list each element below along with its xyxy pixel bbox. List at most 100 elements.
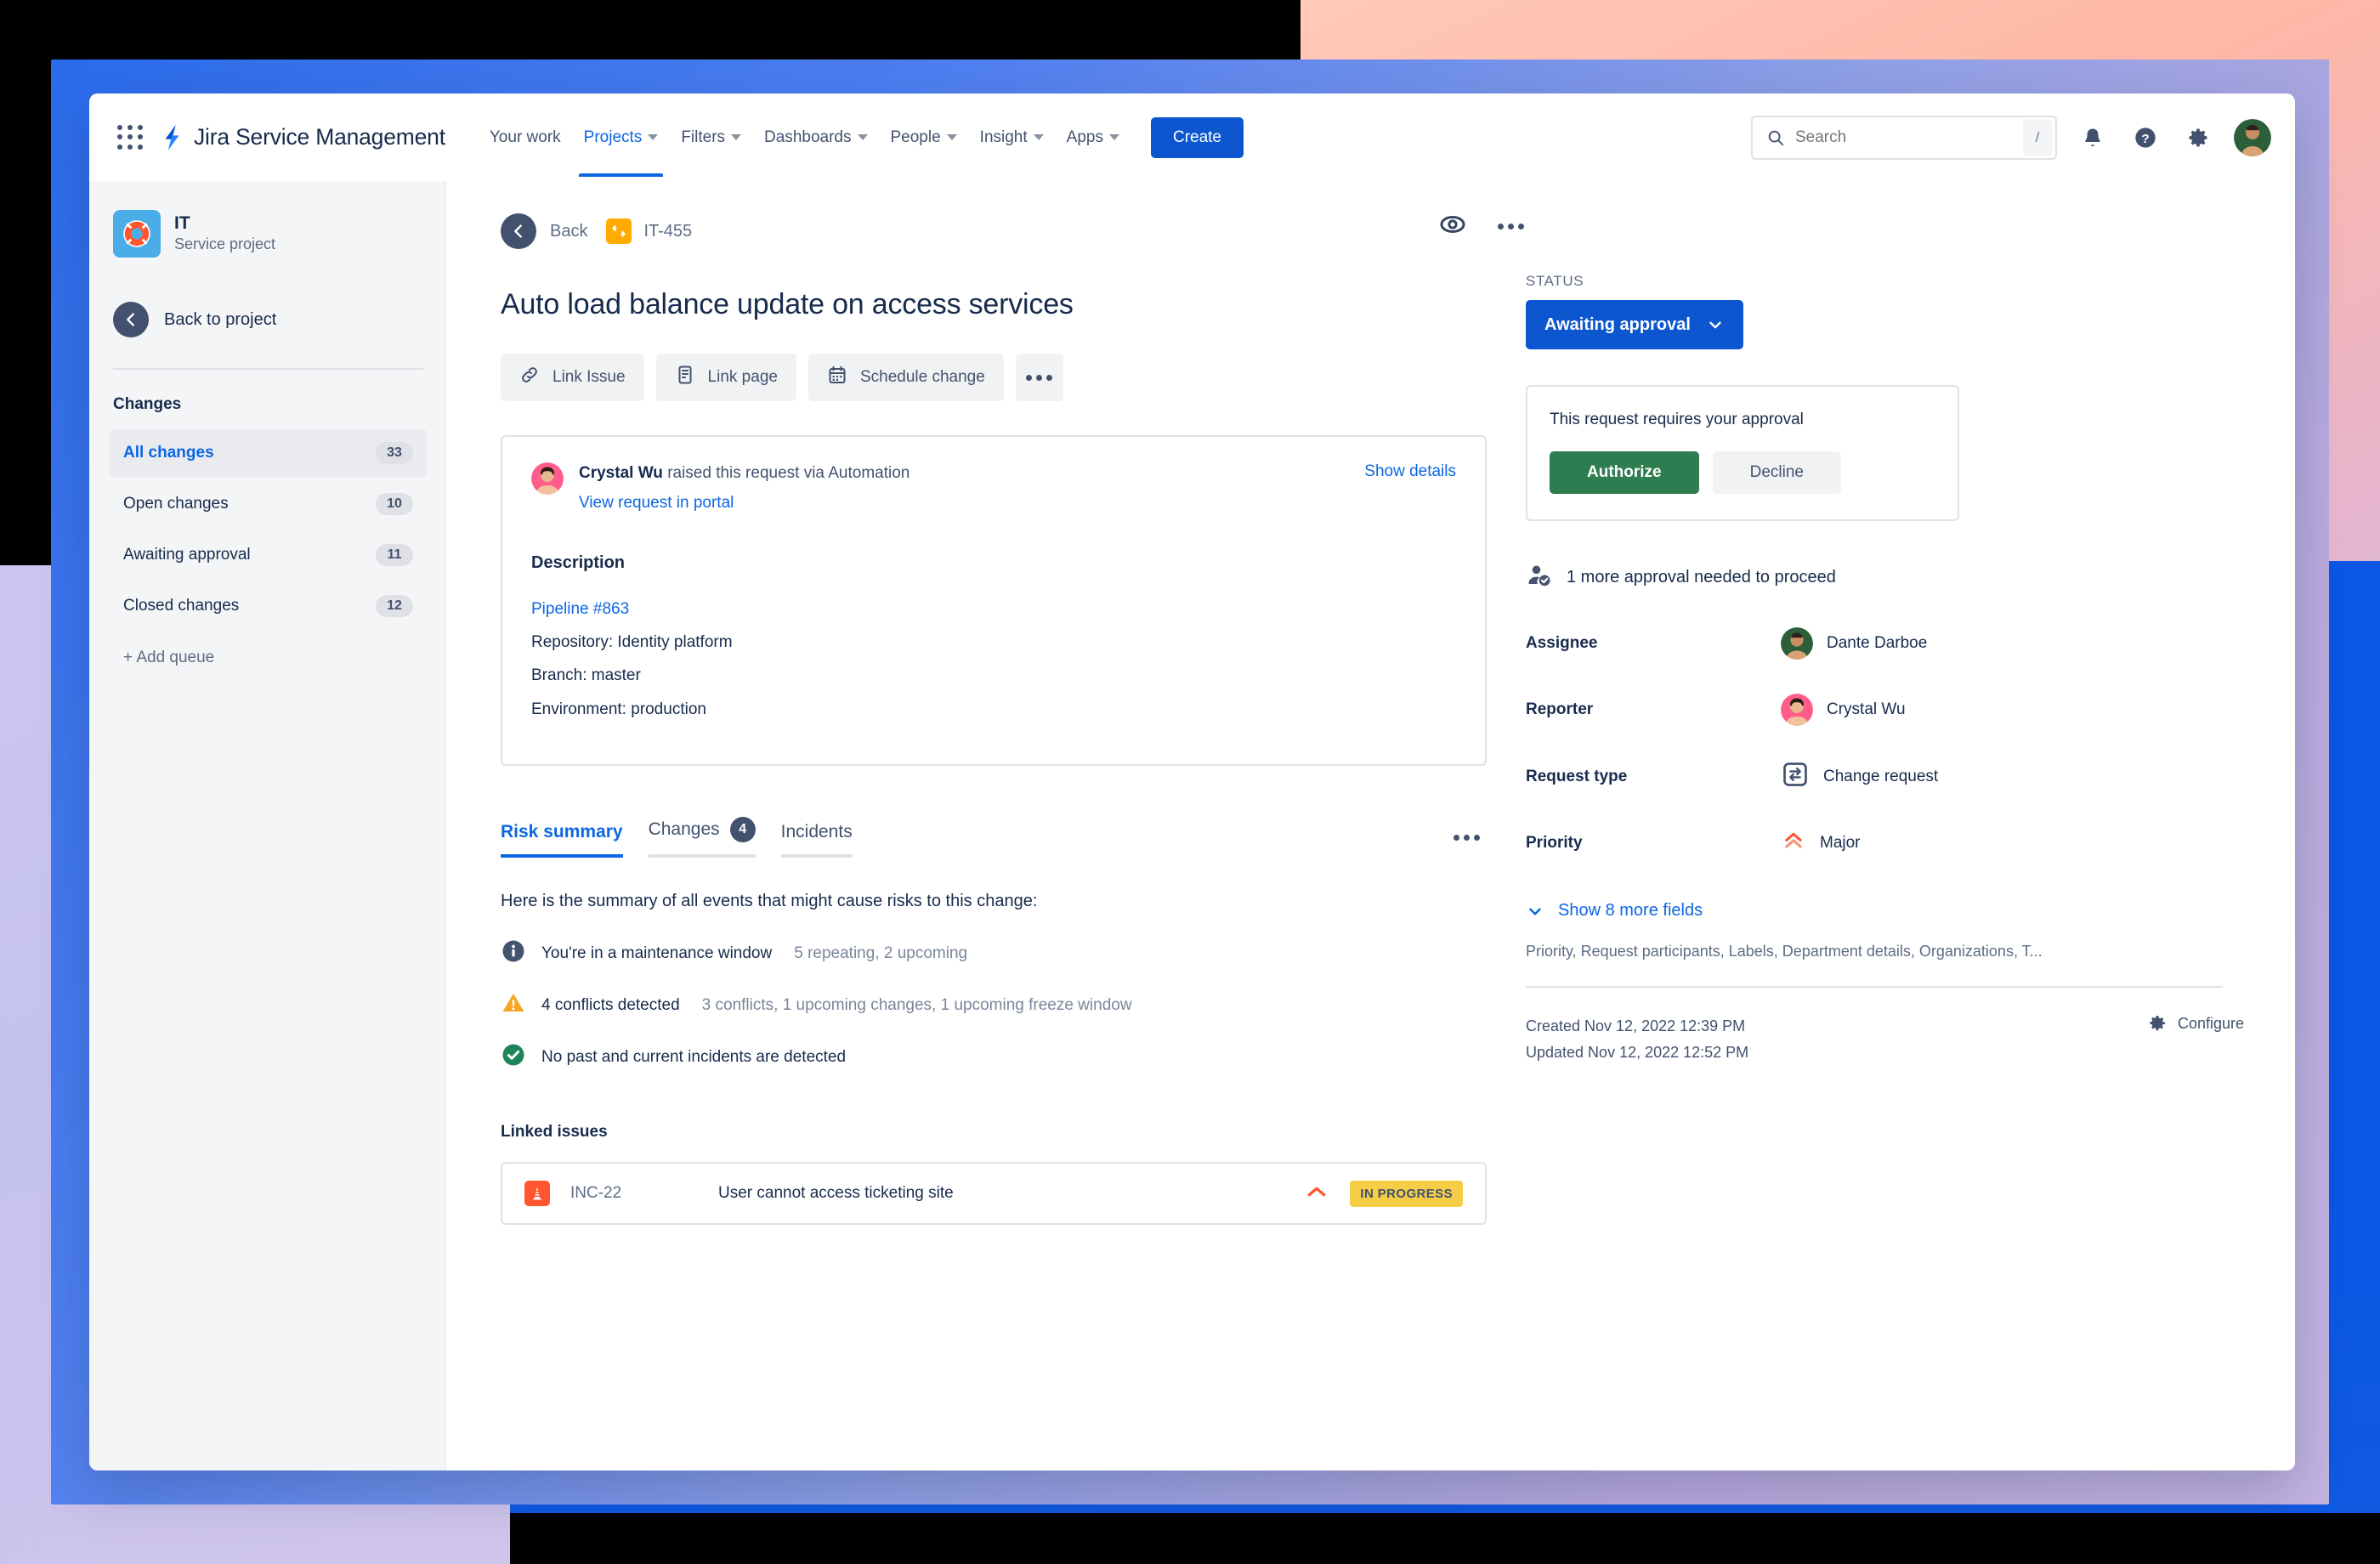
search-box[interactable]: / xyxy=(1751,115,2057,160)
project-avatar-icon xyxy=(113,210,161,258)
schedule-change-button[interactable]: Schedule change xyxy=(808,354,1004,401)
chevron-down-icon xyxy=(857,134,868,140)
description-line: Branch: master xyxy=(531,666,641,685)
tab-changes[interactable]: Changes 4 xyxy=(648,817,756,858)
risk-item-incidents: No past and current incidents are detect… xyxy=(501,1042,1487,1072)
watch-eye-icon[interactable] xyxy=(1438,210,1467,243)
queue-label: Closed changes xyxy=(123,597,240,615)
bell-icon[interactable] xyxy=(2076,121,2110,155)
field-value[interactable]: Dante Darboe xyxy=(1781,627,1927,660)
linked-issue-summary[interactable]: User cannot access ticketing site xyxy=(718,1184,1284,1203)
create-button[interactable]: Create xyxy=(1150,116,1244,158)
show-more-fields-button[interactable]: Show 8 more fields xyxy=(1526,901,2244,921)
nav-item-filters[interactable]: Filters xyxy=(671,121,751,155)
avatar-dante xyxy=(1781,627,1813,660)
nav-item-apps[interactable]: Apps xyxy=(1057,121,1130,155)
add-queue-button[interactable]: + Add queue xyxy=(110,633,427,667)
decline-button[interactable]: Decline xyxy=(1712,451,1841,494)
field-assignee: Assignee Dante Darboe xyxy=(1526,627,2244,660)
status-badge[interactable]: IN PROGRESS xyxy=(1350,1180,1463,1207)
risk-item-detail: 5 repeating, 2 upcoming xyxy=(794,944,968,962)
chevron-down-icon xyxy=(1108,134,1119,140)
approval-prompt: This request requires your approval xyxy=(1550,411,1804,428)
more-actions-icon xyxy=(1026,374,1053,381)
top-navigation-bar: Jira Service Management Your work Projec… xyxy=(89,94,2295,181)
background-black-strip xyxy=(510,1513,2380,1564)
status-dropdown-button[interactable]: Awaiting approval xyxy=(1526,300,1743,349)
nav-item-people[interactable]: People xyxy=(881,121,967,155)
more-actions-icon[interactable] xyxy=(1498,224,1524,230)
search-input[interactable] xyxy=(1795,128,2023,147)
tab-label: Incidents xyxy=(780,822,853,842)
view-request-in-portal-link[interactable]: View request in portal xyxy=(579,494,734,513)
sidebar-item-open-changes[interactable]: Open changes 10 xyxy=(110,480,427,528)
back-to-project-link[interactable]: Back to project xyxy=(110,293,427,346)
field-value[interactable]: Change request xyxy=(1781,760,1938,794)
app-switcher-icon[interactable] xyxy=(111,119,149,156)
main-content: Back IT-455 Auto load balance update on … xyxy=(446,181,2295,1470)
field-label: Assignee xyxy=(1526,634,1598,652)
link-page-label: Link page xyxy=(707,368,778,386)
sidebar-item-closed-changes[interactable]: Closed changes 12 xyxy=(110,582,427,630)
sidebar-item-awaiting-approval[interactable]: Awaiting approval 11 xyxy=(110,531,427,579)
brand-logo-group[interactable]: Jira Service Management xyxy=(157,123,445,152)
priority-value: Major xyxy=(1820,834,1861,852)
back-to-project-label: Back to project xyxy=(164,309,277,329)
sidebar-item-all-changes[interactable]: All changes 33 xyxy=(110,429,427,477)
field-value[interactable]: Crystal Wu xyxy=(1781,694,1906,726)
hidden-fields-list: Priority, Request participants, Labels, … xyxy=(1526,943,2043,960)
more-actions-button[interactable] xyxy=(1015,354,1063,401)
link-page-button[interactable]: Link page xyxy=(655,354,796,401)
risk-item-conflicts: 4 conflicts detected 3 conflicts, 1 upco… xyxy=(501,990,1487,1020)
nav-item-projects[interactable]: Projects xyxy=(574,121,669,177)
issue-metadata: Created Nov 12, 2022 12:39 PM Updated No… xyxy=(1526,1013,2244,1065)
show-more-fields-label: Show 8 more fields xyxy=(1558,901,1703,920)
back-button[interactable]: Back xyxy=(501,213,587,249)
queue-count: 10 xyxy=(376,493,413,515)
request-type-value: Change request xyxy=(1823,768,1939,785)
nav-item-your-work[interactable]: Your work xyxy=(479,121,571,155)
arrow-left-icon xyxy=(113,302,149,337)
configure-button[interactable]: Configure xyxy=(2147,1013,2244,1034)
chevron-down-icon xyxy=(648,134,659,140)
queue-count: 33 xyxy=(376,442,413,464)
nav-item-dashboards[interactable]: Dashboards xyxy=(754,121,877,155)
avatar-crystal xyxy=(1781,694,1813,726)
incident-icon xyxy=(524,1181,550,1207)
gear-icon[interactable] xyxy=(2181,121,2215,155)
tab-risk-summary[interactable]: Risk summary xyxy=(501,822,623,858)
table-row[interactable]: INC-22 User cannot access ticketing site… xyxy=(501,1162,1487,1226)
pipeline-link[interactable]: Pipeline #863 xyxy=(531,597,1456,621)
details-divider xyxy=(1526,986,2223,988)
queue-label: Awaiting approval xyxy=(123,546,251,564)
help-icon[interactable]: ? xyxy=(2128,121,2162,155)
configure-label: Configure xyxy=(2177,1014,2244,1032)
authorize-button[interactable]: Authorize xyxy=(1550,451,1699,494)
issue-key-chip[interactable]: IT-455 xyxy=(606,218,692,244)
nav-label: Filters xyxy=(681,128,726,146)
avatar-crystal xyxy=(531,462,564,495)
issue-header-actions xyxy=(1438,210,1524,243)
nav-label: Your work xyxy=(489,128,561,146)
nav-item-insight[interactable]: Insight xyxy=(970,121,1054,155)
linked-issue-key[interactable]: INC-22 xyxy=(570,1184,698,1203)
issue-dates: Created Nov 12, 2022 12:39 PM Updated No… xyxy=(1526,1013,2147,1065)
raised-text: raised this request via Automation xyxy=(667,464,910,482)
app-body: IT Service project Back to project Chang… xyxy=(89,181,2295,1470)
field-request-type: Request type Change request xyxy=(1526,760,2244,794)
avatar[interactable] xyxy=(2234,118,2271,156)
risk-summary-intro: Here is the summary of all events that m… xyxy=(501,892,1038,911)
warning-icon xyxy=(501,990,526,1020)
schedule-change-label: Schedule change xyxy=(859,368,985,386)
link-issue-button[interactable]: Link Issue xyxy=(501,354,644,401)
page-icon xyxy=(675,365,695,390)
show-details-link[interactable]: Show details xyxy=(1364,462,1456,481)
nav-label: People xyxy=(890,128,941,146)
updated-date: Updated Nov 12, 2022 12:52 PM xyxy=(1526,1043,1749,1061)
tab-incidents[interactable]: Incidents xyxy=(780,822,853,858)
field-value[interactable]: Major xyxy=(1781,828,1861,858)
project-header[interactable]: IT Service project xyxy=(110,210,427,258)
sidebar-divider xyxy=(113,368,423,370)
tabs-more-actions-icon[interactable] xyxy=(1454,835,1480,842)
nav-label: Apps xyxy=(1066,128,1103,146)
